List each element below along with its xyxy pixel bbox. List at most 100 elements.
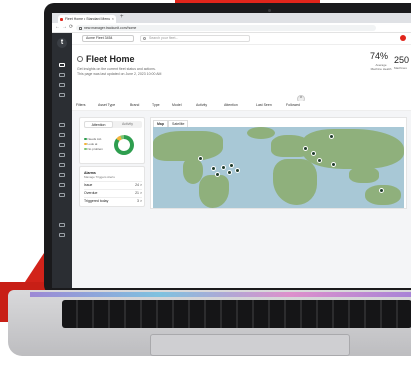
reload-button[interactable]: ⟳ xyxy=(69,24,73,30)
filter-asset-type[interactable]: Asset Type xyxy=(98,103,115,107)
alarms-card: Alarms Manage Triggers Alerts Issue 24 >… xyxy=(79,166,145,207)
home-icon xyxy=(77,56,83,62)
map-marker[interactable] xyxy=(379,188,384,193)
search-input[interactable]: Search your fleet... xyxy=(140,35,250,42)
map-marker[interactable] xyxy=(331,162,336,167)
help-icon[interactable] xyxy=(59,233,65,237)
health-stat-value: 74% xyxy=(370,51,389,61)
landmass-greenland xyxy=(247,127,275,139)
legend-item: Needs Act. xyxy=(84,137,102,141)
alarms-subtitle: Manage Triggers Alerts xyxy=(84,175,115,179)
alarm-value: 24 > xyxy=(135,183,142,187)
laptop-screen: Fleet Home • Standard Menu × + ← → ⟳ new… xyxy=(52,13,411,288)
app-logo[interactable]: t xyxy=(57,38,67,48)
close-icon[interactable]: × xyxy=(112,15,114,23)
bell-icon[interactable] xyxy=(59,183,65,187)
filter-last-seen[interactable]: Last Seen xyxy=(256,103,272,107)
landmass-north-america xyxy=(153,131,223,161)
filter-followed[interactable]: Followed xyxy=(286,103,300,107)
trackpad xyxy=(150,334,350,356)
map-marker[interactable] xyxy=(221,165,226,170)
alarm-value: 3 > xyxy=(137,199,142,203)
landmass-south-america xyxy=(199,175,229,208)
browser-tab[interactable]: Fleet Home • Standard Menu × xyxy=(58,15,116,23)
status-donut-chart xyxy=(114,135,134,155)
webcam xyxy=(268,9,271,12)
legend-dot xyxy=(84,137,87,141)
forward-button[interactable]: → xyxy=(62,24,67,30)
filter-attention[interactable]: Attention xyxy=(224,103,238,107)
back-button[interactable]: ← xyxy=(55,24,60,30)
alarm-value: 21 > xyxy=(135,191,142,195)
alarm-row-triggered[interactable]: Triggered today 3 > xyxy=(84,197,142,204)
truck-icon[interactable] xyxy=(59,133,65,137)
machines-stat-label: Machines xyxy=(394,66,407,70)
map-card: Map Satellite xyxy=(150,117,407,209)
map-marker[interactable] xyxy=(229,163,234,168)
list-icon[interactable] xyxy=(59,73,65,77)
keyboard xyxy=(62,300,411,328)
map-type-tabs: Map Satellite xyxy=(153,120,189,128)
alarm-row-issue[interactable]: Issue 24 > xyxy=(84,181,142,188)
alarm-row-overdue[interactable]: Overdue 21 > xyxy=(84,189,142,196)
map-marker[interactable] xyxy=(227,170,232,175)
donut-hole xyxy=(118,139,130,151)
map-marker[interactable] xyxy=(215,172,220,177)
box-icon[interactable] xyxy=(59,123,65,127)
tab-attention[interactable]: Attention xyxy=(84,121,113,128)
home-icon[interactable] xyxy=(59,63,65,67)
legend-item: No problem xyxy=(84,147,103,151)
page-subtitle: Get insights on the current fleet status… xyxy=(77,67,156,71)
browser-tab-bar: Fleet Home • Standard Menu × + xyxy=(52,13,411,23)
filters-label[interactable]: Filters xyxy=(76,103,86,107)
page-header: Fleet Home Get insights on the current f… xyxy=(72,45,411,103)
url-text: new.manager.trackunit.com/home xyxy=(84,26,137,30)
legend-label: No problem xyxy=(87,147,104,151)
machines-stat-value: 250 xyxy=(394,55,410,65)
filter-brand[interactable]: Brand xyxy=(130,103,139,107)
avatar[interactable] xyxy=(400,35,406,41)
status-card: Attention Activity Needs Act. Look at No… xyxy=(79,117,145,164)
filter-activity[interactable]: Activity xyxy=(196,103,207,107)
map-marker[interactable] xyxy=(303,146,308,151)
app-topbar: Acme Fleet 3454 Search your fleet... xyxy=(72,33,411,45)
new-tab-button[interactable]: + xyxy=(120,14,124,20)
map-marker[interactable] xyxy=(317,158,322,163)
address-bar[interactable]: new.manager.trackunit.com/home xyxy=(76,25,376,31)
keyboard-backlight xyxy=(30,292,411,297)
document-icon[interactable] xyxy=(59,173,65,177)
map-marker[interactable] xyxy=(329,134,334,139)
fleet-selector[interactable]: Acme Fleet 3454 xyxy=(82,35,134,42)
legend-dot xyxy=(84,147,87,151)
map-marker[interactable] xyxy=(311,151,316,156)
wrench-icon[interactable] xyxy=(59,153,65,157)
tab-title: Fleet Home • Standard Menu xyxy=(65,17,111,21)
world-map[interactable] xyxy=(153,127,404,208)
map-marker[interactable] xyxy=(235,168,240,173)
lock-icon xyxy=(79,26,82,30)
tab-activity[interactable]: Activity xyxy=(113,121,142,128)
user-icon[interactable] xyxy=(59,193,65,197)
search-icon xyxy=(143,37,146,40)
page-title: Fleet Home xyxy=(86,54,135,64)
dashboard-content: Attention Activity Needs Act. Look at No… xyxy=(72,111,411,288)
legend-label: Look at xyxy=(87,142,98,146)
clock-icon[interactable] xyxy=(59,163,65,167)
map-marker[interactable] xyxy=(211,166,216,171)
landmass-africa xyxy=(273,159,317,205)
settings-icon[interactable] xyxy=(59,223,65,227)
favicon-icon xyxy=(60,17,63,21)
filter-bar: Filters Asset Type Brand Type Model Acti… xyxy=(72,101,411,111)
legend-item: Look at xyxy=(84,142,97,146)
landmass-asia xyxy=(303,129,404,169)
map-marker[interactable] xyxy=(198,156,203,161)
chart-icon[interactable] xyxy=(59,143,65,147)
browser-toolbar: ← → ⟳ new.manager.trackunit.com/home xyxy=(52,23,411,33)
filter-type[interactable]: Type xyxy=(152,103,160,107)
map-icon[interactable] xyxy=(59,83,65,87)
calendar-icon[interactable] xyxy=(59,93,65,97)
health-stat-label: Average Machine Health xyxy=(370,63,392,71)
alarm-label: Issue xyxy=(84,183,93,187)
alarm-label: Overdue xyxy=(84,191,98,195)
filter-model[interactable]: Model xyxy=(172,103,182,107)
